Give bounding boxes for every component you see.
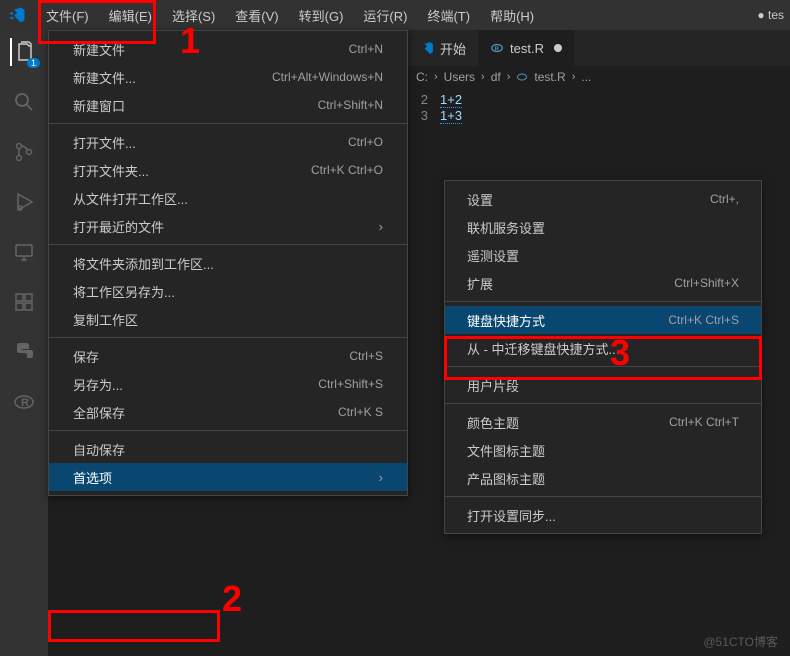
menu-save[interactable]: 保存Ctrl+S xyxy=(49,342,407,370)
pref-color-theme[interactable]: 颜色主题Ctrl+K Ctrl+T xyxy=(445,408,761,436)
menu-save-all[interactable]: 全部保存Ctrl+K S xyxy=(49,398,407,426)
code-editor[interactable]: 21+2 31+3 xyxy=(408,88,790,128)
menu-help[interactable]: 帮助(H) xyxy=(480,2,544,29)
r-file-icon: R xyxy=(490,41,504,55)
line-number: 3 xyxy=(408,108,440,124)
menu-save-as[interactable]: 另存为...Ctrl+Shift+S xyxy=(49,370,407,398)
crumb[interactable]: test.R xyxy=(534,70,565,84)
menu-bar: 文件(F) 编辑(E) 选择(S) 查看(V) 转到(G) 运行(R) 终端(T… xyxy=(36,2,544,29)
pref-user-snippets[interactable]: 用户片段 xyxy=(445,371,761,399)
explorer-icon[interactable]: 1 xyxy=(10,38,38,66)
menu-add-folder-workspace[interactable]: 将文件夹添加到工作区... xyxy=(49,249,407,277)
run-debug-icon[interactable] xyxy=(10,188,38,216)
editor-tabs: 开始 R test.R xyxy=(408,30,790,66)
tab-test-r[interactable]: R test.R xyxy=(478,30,574,66)
title-bar: 文件(F) 编辑(E) 选择(S) 查看(V) 转到(G) 运行(R) 终端(T… xyxy=(0,0,790,30)
preferences-submenu: 设置Ctrl+, 联机服务设置 遥测设置 扩展Ctrl+Shift+X 键盘快捷… xyxy=(444,180,762,534)
file-menu-dropdown: 新建文件Ctrl+N 新建文件...Ctrl+Alt+Windows+N 新建窗… xyxy=(48,30,408,496)
crumb[interactable]: C: xyxy=(416,70,428,84)
menu-new-file[interactable]: 新建文件Ctrl+N xyxy=(49,35,407,63)
source-control-icon[interactable] xyxy=(10,138,38,166)
pref-settings[interactable]: 设置Ctrl+, xyxy=(445,185,761,213)
r-file-icon xyxy=(516,71,528,83)
menu-open-file[interactable]: 打开文件...Ctrl+O xyxy=(49,128,407,156)
menu-edit[interactable]: 编辑(E) xyxy=(99,2,162,29)
menu-duplicate-workspace[interactable]: 复制工作区 xyxy=(49,305,407,333)
annotation-number-2: 2 xyxy=(222,578,242,620)
breadcrumbs[interactable]: C:› Users› df› test.R› ... xyxy=(408,66,790,88)
menu-open-workspace[interactable]: 从文件打开工作区... xyxy=(49,184,407,212)
vscode-logo-icon xyxy=(8,6,26,24)
menu-auto-save[interactable]: 自动保存 xyxy=(49,435,407,463)
pref-extensions[interactable]: 扩展Ctrl+Shift+X xyxy=(445,269,761,297)
pref-settings-sync[interactable]: 打开设置同步... xyxy=(445,501,761,529)
explorer-badge: 1 xyxy=(27,58,40,68)
crumb[interactable]: df xyxy=(491,70,501,84)
tab-label: test.R xyxy=(510,41,544,56)
pref-product-icon-theme[interactable]: 产品图标主题 xyxy=(445,464,761,492)
crumb-tail: ... xyxy=(581,70,591,84)
menu-new-file-type[interactable]: 新建文件...Ctrl+Alt+Windows+N xyxy=(49,63,407,91)
menu-run[interactable]: 运行(R) xyxy=(353,2,417,29)
r-icon[interactable]: R xyxy=(10,388,38,416)
annotation-box-2 xyxy=(48,610,220,642)
pref-keyboard-shortcuts[interactable]: 键盘快捷方式Ctrl+K Ctrl+S xyxy=(445,306,761,334)
menu-new-window[interactable]: 新建窗口Ctrl+Shift+N xyxy=(49,91,407,119)
line-number: 2 xyxy=(408,92,440,108)
pref-online-services[interactable]: 联机服务设置 xyxy=(445,213,761,241)
code-text: 1+2 xyxy=(440,92,462,108)
watermark: @51CTO博客 xyxy=(703,633,778,650)
vscode-icon xyxy=(420,41,434,55)
tab-label: 开始 xyxy=(440,39,466,58)
editor-area: 开始 R test.R C:› Users› df› test.R› ... 2… xyxy=(408,30,790,128)
python-icon[interactable] xyxy=(10,338,38,366)
activity-bar: 1 R xyxy=(0,30,48,656)
menu-save-workspace-as[interactable]: 将工作区另存为... xyxy=(49,277,407,305)
remote-icon[interactable] xyxy=(10,238,38,266)
tab-start[interactable]: 开始 xyxy=(408,30,478,66)
svg-text:R: R xyxy=(21,397,29,409)
pref-file-icon-theme[interactable]: 文件图标主题 xyxy=(445,436,761,464)
title-bar-right-text: ● tes xyxy=(757,8,790,22)
pref-telemetry[interactable]: 遥测设置 xyxy=(445,241,761,269)
dirty-dot-icon xyxy=(554,44,562,52)
menu-preferences[interactable]: 首选项› xyxy=(49,463,407,491)
extensions-icon[interactable] xyxy=(10,288,38,316)
crumb[interactable]: Users xyxy=(444,70,475,84)
menu-view[interactable]: 查看(V) xyxy=(225,2,288,29)
menu-open-folder[interactable]: 打开文件夹...Ctrl+K Ctrl+O xyxy=(49,156,407,184)
menu-selection[interactable]: 选择(S) xyxy=(162,2,225,29)
pref-migrate-shortcuts[interactable]: 从 - 中迁移键盘快捷方式... xyxy=(445,334,761,362)
menu-terminal[interactable]: 终端(T) xyxy=(417,2,480,29)
search-icon[interactable] xyxy=(10,88,38,116)
menu-open-recent[interactable]: 打开最近的文件› xyxy=(49,212,407,240)
menu-file[interactable]: 文件(F) xyxy=(36,2,99,29)
code-text: 1+3 xyxy=(440,108,462,124)
menu-go[interactable]: 转到(G) xyxy=(289,2,354,29)
